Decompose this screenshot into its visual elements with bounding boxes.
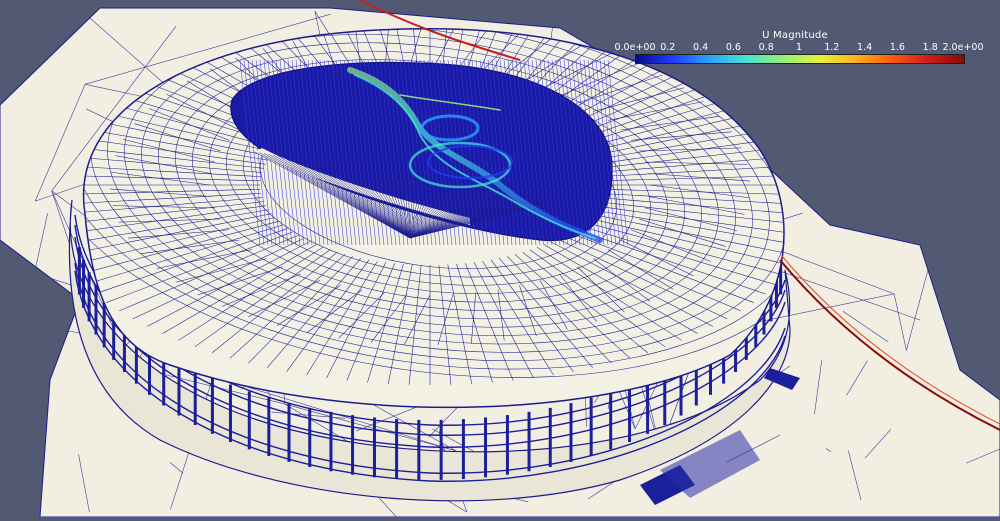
legend-tick-label: 0.4 xyxy=(693,42,708,53)
legend-tick-label: 0.8 xyxy=(759,42,774,53)
legend-tick-label: 1.4 xyxy=(857,42,872,53)
legend-tick-label: 1.2 xyxy=(824,42,839,53)
legend-tick-label: 0.6 xyxy=(726,42,741,53)
legend-tick-label: 1.8 xyxy=(923,42,938,53)
legend-tick-label: 1 xyxy=(796,42,802,53)
legend-tick-label: 0.2 xyxy=(660,42,675,53)
legend-tick-label: 2.0e+00 xyxy=(942,42,983,53)
legend-tick-label: 0.0e+00 xyxy=(614,42,655,53)
legend-tick-label: 1.6 xyxy=(890,42,905,53)
legend-tick-labels: 0.0e+000.20.40.60.811.21.41.61.82.0e+00 xyxy=(620,42,970,54)
legend-title: U Magnitude xyxy=(620,30,970,41)
render-viewport[interactable] xyxy=(0,0,1000,517)
color-legend: U Magnitude 0.0e+000.20.40.60.811.21.41.… xyxy=(620,30,970,70)
stadium-mesh-render xyxy=(0,0,1000,517)
legend-colorbar xyxy=(635,54,965,64)
